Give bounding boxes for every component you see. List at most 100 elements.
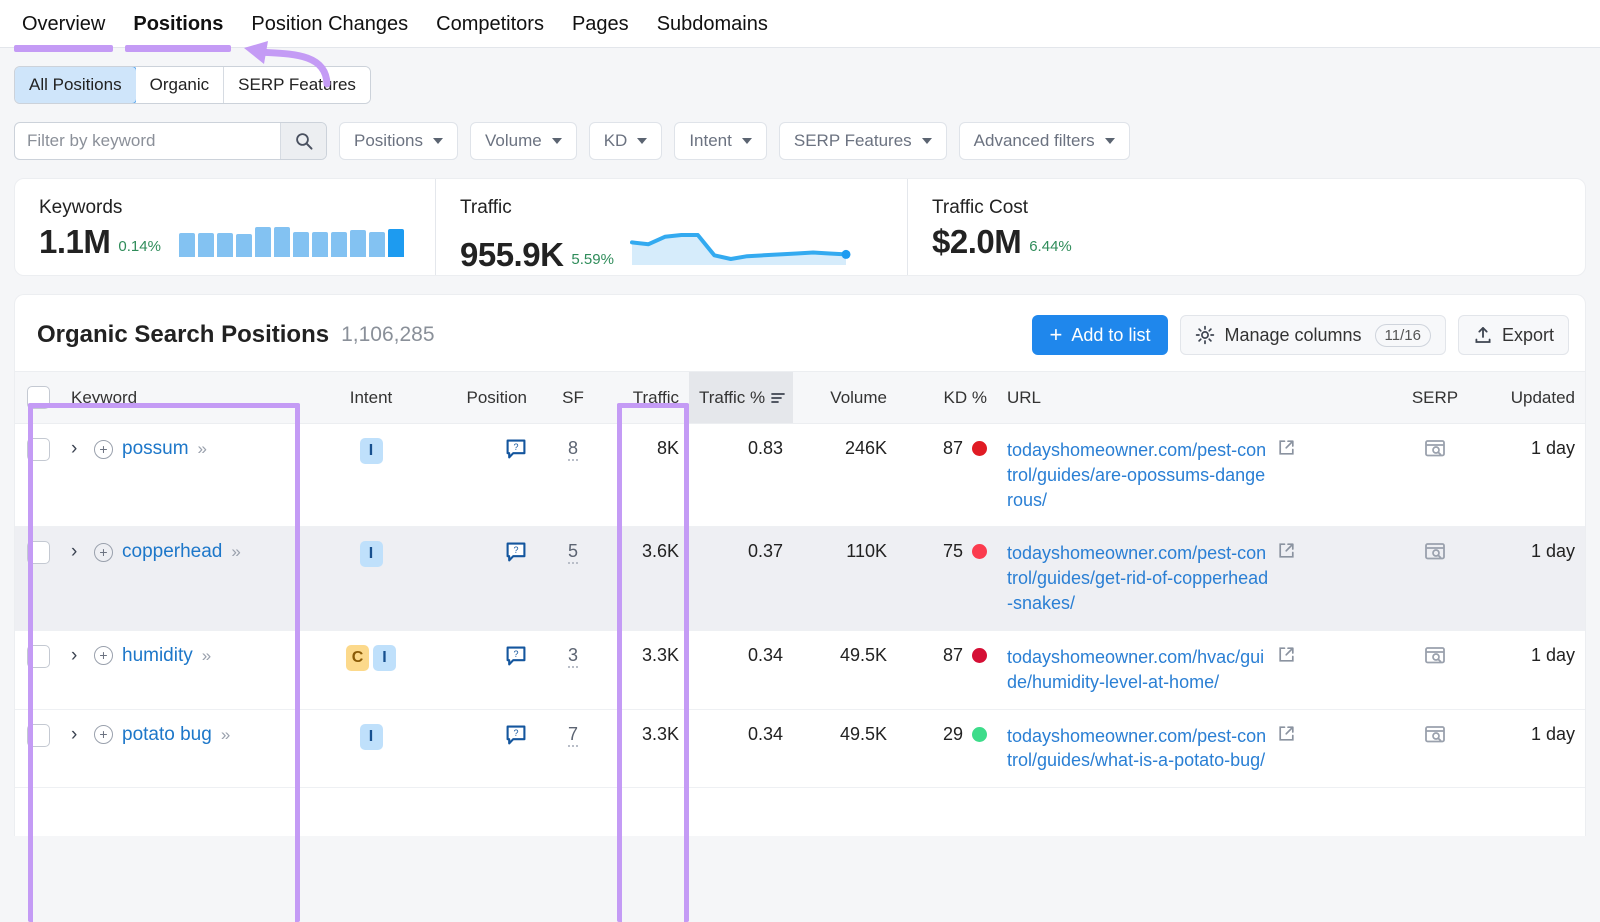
select-all-header[interactable] — [15, 372, 61, 424]
nav-label: Pages — [572, 13, 629, 35]
filter-serp-features[interactable]: SERP Features — [779, 122, 947, 160]
summary-metrics-card: Keywords 1.1M 0.14% Traffic 955.9K 5.59%… — [14, 178, 1586, 276]
column-label: Intent — [350, 388, 393, 407]
search-input[interactable] — [15, 123, 280, 159]
keyword-cell: › + copperhead » — [61, 527, 315, 630]
intent-cell: I — [315, 709, 427, 788]
intent-badge-c[interactable]: C — [346, 645, 369, 671]
row-select-cell[interactable] — [15, 424, 61, 527]
column-header-kd[interactable]: KD % — [897, 372, 997, 424]
table-row[interactable]: ›+copperhead»I?53.6K0.37110K75todayshome… — [15, 527, 1585, 630]
column-header-traffic-pct[interactable]: Traffic % — [689, 372, 793, 424]
keyword-link[interactable]: humidity — [122, 645, 193, 667]
keyword-link[interactable]: possum — [122, 438, 189, 460]
column-header-updated[interactable]: Updated — [1481, 372, 1585, 424]
expand-row-icon[interactable]: › — [71, 645, 85, 667]
export-button[interactable]: Export — [1458, 315, 1569, 355]
row-select-cell[interactable] — [15, 709, 61, 788]
url-link[interactable]: todayshomeowner.com/pest-control/guides/… — [1007, 724, 1269, 774]
metric-delta: 0.14% — [118, 238, 161, 258]
positions-table: Keyword Intent Position SF Traffic Traff… — [15, 371, 1585, 788]
sf-value[interactable]: 7 — [568, 724, 578, 747]
traffic-cell: 3.6K — [609, 527, 689, 630]
intent-badge-i[interactable]: I — [373, 645, 396, 671]
filter-intent[interactable]: Intent — [674, 122, 767, 160]
filter-kd[interactable]: KD — [589, 122, 663, 160]
segment-all-positions[interactable]: All Positions — [14, 66, 137, 104]
table-header-row: Keyword Intent Position SF Traffic Traff… — [15, 372, 1585, 424]
sf-value[interactable]: 8 — [568, 438, 578, 461]
column-header-position[interactable]: Position — [427, 372, 537, 424]
row-select-cell[interactable] — [15, 630, 61, 709]
add-keyword-icon[interactable]: + — [94, 440, 113, 459]
row-checkbox[interactable] — [27, 541, 50, 564]
featured-snippet-icon[interactable]: ? — [505, 724, 527, 746]
column-header-volume[interactable]: Volume — [793, 372, 897, 424]
nav-item-positions[interactable]: Positions — [119, 1, 237, 47]
expand-row-icon[interactable]: › — [71, 541, 85, 563]
volume-cell: 246K — [793, 424, 897, 527]
filter-volume[interactable]: Volume — [470, 122, 577, 160]
add-keyword-icon[interactable]: + — [94, 543, 113, 562]
add-keyword-icon[interactable]: + — [94, 725, 113, 744]
external-link-icon[interactable] — [1277, 724, 1296, 743]
external-link-icon[interactable] — [1277, 438, 1296, 457]
position-cell: ? — [427, 424, 537, 527]
keyword-overview-icon[interactable]: » — [202, 646, 211, 666]
nav-item-position-changes[interactable]: Position Changes — [237, 1, 422, 47]
keyword-link[interactable]: copperhead — [122, 541, 222, 563]
intent-badge-i[interactable]: I — [360, 438, 383, 464]
expand-row-icon[interactable]: › — [71, 438, 85, 460]
filter-advanced[interactable]: Advanced filters — [959, 122, 1130, 160]
segment-organic[interactable]: Organic — [136, 67, 225, 103]
expand-row-icon[interactable]: › — [71, 724, 85, 746]
row-select-cell[interactable] — [15, 527, 61, 630]
select-all-checkbox[interactable] — [27, 386, 50, 409]
kd-difficulty-dot — [972, 544, 987, 559]
column-header-keyword[interactable]: Keyword — [61, 372, 315, 424]
featured-snippet-icon[interactable]: ? — [505, 438, 527, 460]
nav-item-subdomains[interactable]: Subdomains — [643, 1, 782, 47]
row-checkbox[interactable] — [27, 645, 50, 668]
column-header-serp[interactable]: SERP — [1389, 372, 1481, 424]
sf-value[interactable]: 5 — [568, 541, 578, 564]
nav-item-competitors[interactable]: Competitors — [422, 1, 558, 47]
sf-value[interactable]: 3 — [568, 645, 578, 668]
column-header-url[interactable]: URL — [997, 372, 1389, 424]
nav-item-pages[interactable]: Pages — [558, 1, 643, 47]
table-row[interactable]: ›+humidity»CI?33.3K0.3449.5K87todayshome… — [15, 630, 1585, 709]
url-link[interactable]: todayshomeowner.com/pest-control/guides/… — [1007, 541, 1269, 615]
nav-item-overview[interactable]: Overview — [8, 1, 119, 47]
url-link[interactable]: todayshomeowner.com/pest-control/guides/… — [1007, 438, 1269, 512]
export-label: Export — [1502, 325, 1554, 346]
serp-preview-icon[interactable] — [1424, 438, 1446, 458]
external-link-icon[interactable] — [1277, 645, 1296, 664]
keyword-overview-icon[interactable]: » — [221, 725, 230, 745]
column-header-traffic[interactable]: Traffic — [609, 372, 689, 424]
column-header-intent[interactable]: Intent — [315, 372, 427, 424]
intent-badge-i[interactable]: I — [360, 541, 383, 567]
manage-columns-button[interactable]: Manage columns 11/16 — [1180, 315, 1446, 355]
keyword-link[interactable]: potato bug — [122, 724, 212, 746]
search-button[interactable] — [280, 123, 326, 159]
external-link-icon[interactable] — [1277, 541, 1296, 560]
featured-snippet-icon[interactable]: ? — [505, 645, 527, 667]
row-checkbox[interactable] — [27, 724, 50, 747]
add-to-list-button[interactable]: + Add to list — [1032, 315, 1169, 355]
serp-preview-icon[interactable] — [1424, 541, 1446, 561]
filter-positions[interactable]: Positions — [339, 122, 458, 160]
row-checkbox[interactable] — [27, 438, 50, 461]
serp-preview-icon[interactable] — [1424, 724, 1446, 744]
url-link[interactable]: todayshomeowner.com/hvac/guide/humidity-… — [1007, 645, 1269, 695]
intent-badge-i[interactable]: I — [360, 724, 383, 750]
featured-snippet-icon[interactable]: ? — [505, 541, 527, 563]
add-keyword-icon[interactable]: + — [94, 646, 113, 665]
chevron-down-icon — [742, 138, 752, 144]
keyword-overview-icon[interactable]: » — [231, 542, 240, 562]
column-header-sf[interactable]: SF — [537, 372, 609, 424]
table-row[interactable]: ›+potato bug»I?73.3K0.3449.5K29todayshom… — [15, 709, 1585, 788]
serp-preview-icon[interactable] — [1424, 645, 1446, 665]
keyword-overview-icon[interactable]: » — [198, 439, 207, 459]
segment-serp-features[interactable]: SERP Features — [224, 67, 370, 103]
table-row[interactable]: ›+possum»I?88K0.83246K87todayshomeowner.… — [15, 424, 1585, 527]
